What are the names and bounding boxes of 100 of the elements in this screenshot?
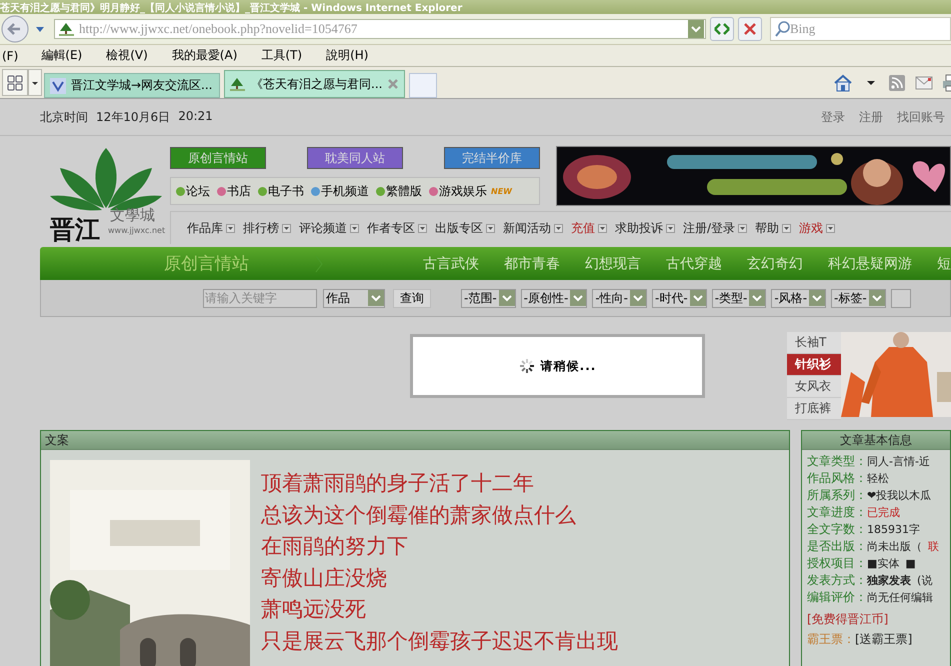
back-button[interactable] <box>0 14 30 44</box>
quick-link[interactable]: 游戏娱乐 <box>439 182 487 200</box>
nav-menu-item[interactable]: 评论频道 <box>299 220 347 236</box>
tree-icon <box>230 76 246 92</box>
dropdown-icon <box>598 224 607 232</box>
search-button[interactable]: 查询 <box>393 288 431 308</box>
quick-link[interactable]: 书店 <box>227 182 251 200</box>
account-link[interactable]: 登录 <box>821 108 845 126</box>
field-value: ■实体 <box>867 556 900 571</box>
keyword-field[interactable]: 请输入关键字 <box>203 288 317 308</box>
dropdown[interactable]: -原创性- <box>520 288 588 308</box>
nav-menu-item[interactable]: 新闻活动 <box>503 220 551 236</box>
ad-tag[interactable]: 针织衫 <box>787 354 841 376</box>
field-label: 编辑评价： <box>807 589 867 606</box>
loading-text: 请稍候... <box>540 358 596 374</box>
menu-item[interactable]: (F) <box>0 48 26 62</box>
field-label: 所属系列： <box>807 487 867 504</box>
field-link[interactable]: 联 <box>928 539 939 554</box>
search-input[interactable]: Bing <box>790 19 950 39</box>
ad-tag[interactable]: 长袖T <box>787 332 841 354</box>
dropdown[interactable]: 作品 <box>323 288 385 308</box>
dropdown-icon <box>738 224 748 232</box>
dropdown-icon[interactable] <box>867 80 875 86</box>
nav-menu-item[interactable]: 排行榜 <box>243 220 279 236</box>
field-value: 已完成 <box>867 505 900 520</box>
dropdown-icon <box>688 20 704 38</box>
nav-menu-item[interactable]: 注册/登录 <box>683 220 736 236</box>
nav-menu-item[interactable]: 帮助 <box>755 220 780 236</box>
browser-tab[interactable]: 晋江文学城→网友交流区... <box>44 73 220 98</box>
nav-menu-item[interactable]: 作品库 <box>187 220 223 236</box>
home-icon[interactable] <box>833 74 853 92</box>
dropdown-icon <box>749 290 766 306</box>
dropdown-icon <box>690 290 706 306</box>
nav-menu-item[interactable]: 充值 <box>571 220 595 236</box>
dropdown-icon <box>226 224 235 232</box>
nav-menu-item[interactable]: 求助投诉 <box>615 220 663 236</box>
stop-button[interactable] <box>738 17 762 41</box>
dropdown[interactable]: -类型- <box>712 288 766 308</box>
menu-item[interactable]: 說明(H) <box>324 47 376 64</box>
dropdown-icon <box>809 290 826 306</box>
menu-item[interactable]: 檢視(V) <box>104 47 156 64</box>
spinner-icon <box>518 358 535 374</box>
refresh-button[interactable] <box>710 17 734 41</box>
browser-tab[interactable]: 《苍天有泪之愿与君同... <box>224 70 406 98</box>
field-value: 尚无任何编辑 <box>867 590 933 605</box>
quick-link[interactable]: 电子书 <box>268 182 304 200</box>
dropdown-icon <box>418 224 427 232</box>
field-label: 发表方式： <box>807 572 867 589</box>
field-value: 尚未出版（ <box>867 539 922 554</box>
dropdown-icon <box>868 290 885 306</box>
dropdown-icon <box>282 224 291 232</box>
dropdown[interactable]: -标签- <box>831 288 886 308</box>
field-value: 185931字 <box>867 522 920 537</box>
field-label: 是否出版： <box>807 538 867 555</box>
mail-icon[interactable] <box>915 76 933 90</box>
field-value: 轻松 <box>867 471 889 486</box>
ad-tag[interactable]: 打底裤 <box>787 398 841 420</box>
quick-link[interactable]: 论坛 <box>186 182 210 200</box>
nav-menu-item[interactable]: 游戏 <box>799 220 824 236</box>
field-value: 同人-言情-近 <box>867 454 930 469</box>
logo-subtitle: 文學城 <box>110 206 155 224</box>
logo-text: 晋江 <box>50 216 100 244</box>
close-icon <box>387 78 400 90</box>
synopsis-line: 顶着萧雨鹃的身子活了十二年 <box>261 470 535 497</box>
dropdown[interactable]: -范围- <box>461 288 516 308</box>
rss-icon[interactable] <box>889 75 905 91</box>
field-label: 授权项目： <box>807 555 867 572</box>
field-value: ■ <box>905 557 916 570</box>
account-link[interactable]: 找回账号 <box>897 108 945 126</box>
time-text: 20:21 <box>178 108 213 124</box>
field-value: ❤投我以木瓜 <box>867 488 932 503</box>
quick-link[interactable]: 手机频道 <box>321 182 369 200</box>
synopsis-line: 在雨鹃的努力下 <box>261 533 409 560</box>
field-label: 文章类型： <box>807 453 867 470</box>
coin-link[interactable]: [免费得晋江币] <box>807 611 950 628</box>
quick-link[interactable]: 繁體版 <box>386 182 422 200</box>
chevron-icon <box>315 254 323 272</box>
panel-title: 文案 <box>41 431 789 450</box>
dropdown-icon <box>368 290 384 306</box>
vote-link[interactable]: [送霸王票] <box>855 632 912 646</box>
dropdown[interactable]: -性向- <box>592 288 648 308</box>
field-value: 独家发表 <box>867 573 911 588</box>
nav-menu-item[interactable]: 作者专区 <box>367 220 415 236</box>
account-link[interactable]: 注册 <box>859 108 883 126</box>
dropdown-icon <box>486 224 495 232</box>
site-button[interactable]: 耽美同人站 <box>307 147 403 169</box>
dropdown-icon <box>350 224 359 232</box>
search-field[interactable]: Bing <box>770 17 951 41</box>
tree-icon <box>59 21 75 37</box>
dropdown[interactable]: -风格- <box>771 288 826 308</box>
menu-item[interactable]: 工具(T) <box>259 47 310 64</box>
new-label: NEW <box>491 186 512 196</box>
dropdown[interactable]: -时代- <box>652 288 707 308</box>
menu-item[interactable]: 編輯(E) <box>39 47 90 64</box>
nav-menu-item[interactable]: 出版专区 <box>435 220 483 236</box>
tab-grid-icon[interactable] <box>2 69 28 96</box>
dropdown-icon <box>782 224 792 232</box>
field-value: (说 <box>917 573 932 588</box>
menu-item[interactable]: 我的最愛(A) <box>170 47 246 64</box>
ad-tag[interactable]: 女风衣 <box>787 376 841 398</box>
